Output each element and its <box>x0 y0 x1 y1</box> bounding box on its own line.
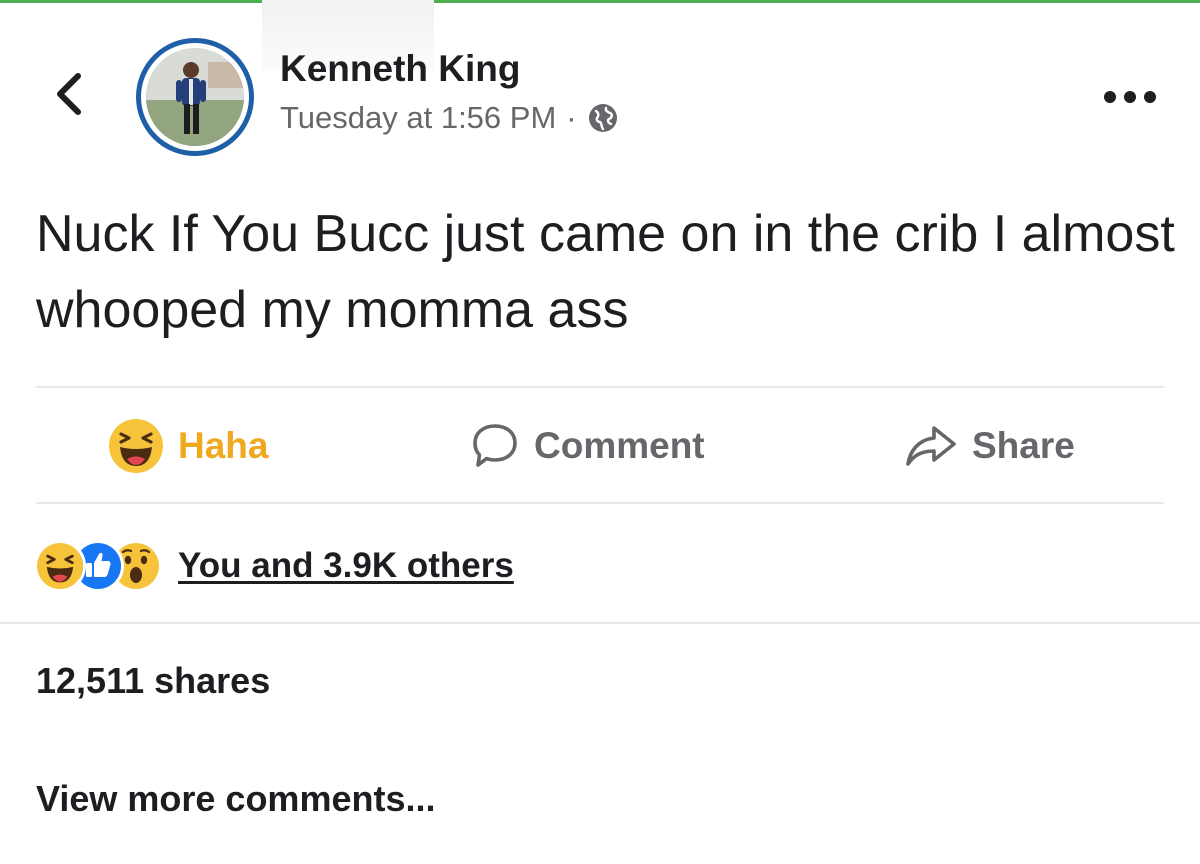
top-accent-bar <box>0 0 1200 3</box>
more-horizontal-icon <box>1104 91 1156 103</box>
haha-icon <box>109 419 163 473</box>
divider-actions-bottom <box>36 502 1164 504</box>
haha-react-button[interactable]: Haha <box>108 390 268 502</box>
action-bar: Haha Comment Share <box>0 390 1200 502</box>
globe-icon[interactable] <box>587 102 619 134</box>
comment-icon <box>473 424 517 467</box>
comment-label: Comment <box>534 425 705 466</box>
haha-label: Haha <box>178 425 269 466</box>
share-button[interactable]: Share <box>904 390 1075 502</box>
author-avatar[interactable] <box>136 38 254 156</box>
divider-top <box>36 386 1164 388</box>
more-options-button[interactable] <box>1098 82 1162 112</box>
divider-full <box>0 622 1200 624</box>
share-icon <box>906 426 956 466</box>
chevron-left-icon <box>57 73 81 115</box>
view-more-comments-link[interactable]: View more comments... <box>36 778 435 820</box>
post-meta: Tuesday at 1:56 PM · <box>280 100 619 136</box>
reactions-summary[interactable]: You and 3.9K others <box>34 536 514 596</box>
post-timestamp[interactable]: Tuesday at 1:56 PM <box>280 100 556 136</box>
post-text: Nuck If You Bucc just came on in the cri… <box>36 205 1175 339</box>
reaction-icons <box>34 540 162 592</box>
shares-count[interactable]: 12,511 shares <box>36 660 270 702</box>
author-name[interactable]: Kenneth King <box>280 48 520 90</box>
back-button[interactable] <box>44 68 94 120</box>
avatar-photo <box>146 48 244 146</box>
haha-icon <box>34 540 86 592</box>
person-figure <box>146 48 244 146</box>
share-label: Share <box>972 425 1075 466</box>
meta-separator: · <box>566 100 577 135</box>
comment-button[interactable]: Comment <box>470 390 705 502</box>
reactions-summary-text[interactable]: You and 3.9K others <box>178 546 514 586</box>
